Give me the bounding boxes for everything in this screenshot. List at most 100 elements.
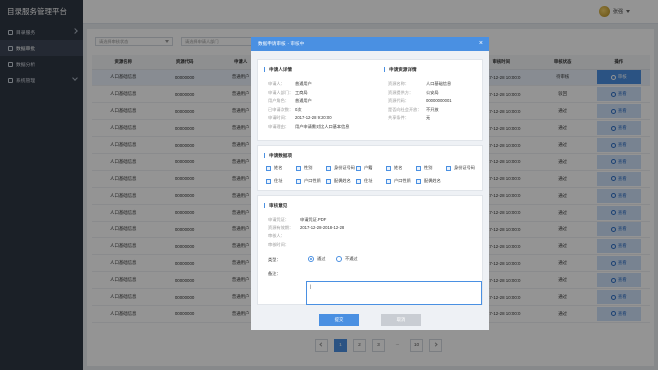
detail-field: 资源有效期： 2017-12-28-2018-12-28 bbox=[268, 225, 344, 231]
data-item-checkbox[interactable]: 姓名 bbox=[266, 165, 282, 171]
checkbox-icon[interactable] bbox=[296, 165, 301, 171]
field-label: 资源代码： bbox=[388, 98, 409, 104]
review-section-title: 审核意见 bbox=[264, 203, 287, 208]
detail-field: 审核时间： bbox=[268, 242, 300, 248]
field-label: 已申请次数： bbox=[268, 106, 294, 112]
field-label: 共享条件： bbox=[388, 115, 409, 121]
field-value: 0次 bbox=[295, 106, 302, 112]
radio-fail[interactable]: 不通过 bbox=[336, 256, 358, 262]
detail-field: 用户角色： 普通用户 bbox=[268, 98, 312, 104]
field-value: 申请凭证.PDF bbox=[300, 217, 327, 222]
data-item-checkbox[interactable]: 配偶姓名 bbox=[326, 178, 351, 184]
resource-section-title: 申请资源详情 bbox=[384, 67, 417, 72]
data-item-label: 户籍 bbox=[364, 165, 373, 170]
data-item-checkbox[interactable]: 住址 bbox=[266, 178, 282, 184]
field-value: 用户申请需对比人口基本信息 bbox=[295, 124, 350, 129]
field-value: 不开放 bbox=[426, 106, 439, 112]
field-label: 资源有效期： bbox=[268, 225, 294, 231]
detail-field: 申请时间： 2017-12-28 9:20:00 bbox=[268, 115, 332, 121]
dialog-subtitle: - 审核中 bbox=[287, 41, 305, 46]
checkbox-icon[interactable] bbox=[416, 165, 421, 171]
data-item-checkbox[interactable]: 姓名 bbox=[386, 165, 402, 171]
field-value: 公安局 bbox=[426, 89, 439, 95]
detail-field: 申请人： 普通用户 bbox=[268, 81, 312, 87]
data-item-checkbox[interactable]: 配偶姓名 bbox=[416, 178, 441, 184]
detail-field: 已申请次数： 0次 bbox=[268, 107, 302, 113]
field-label: 资源提供方： bbox=[388, 89, 414, 95]
field-label: 是否向社会开放： bbox=[388, 106, 422, 112]
checkbox-icon[interactable] bbox=[296, 178, 301, 184]
remark-label: 备注： bbox=[268, 271, 281, 276]
detail-field: 资源代码： 00000000001 bbox=[388, 98, 452, 104]
field-value: 普通用户 bbox=[295, 98, 312, 104]
data-item-label: 性别 bbox=[304, 165, 313, 170]
data-item-checkbox[interactable]: 性别 bbox=[416, 165, 432, 171]
data-item-checkbox[interactable]: 身份证号码 bbox=[326, 165, 355, 171]
data-item-checkbox[interactable]: 性别 bbox=[296, 165, 312, 171]
field-value: 00000000001 bbox=[426, 98, 452, 104]
data-item-label: 户口性质 bbox=[304, 178, 321, 183]
field-value: 普通用户 bbox=[295, 81, 312, 86]
applicant-section-title: 申请人详情 bbox=[264, 67, 292, 72]
radio-unchecked-icon[interactable] bbox=[336, 256, 342, 262]
field-label: 申请人部门： bbox=[268, 89, 294, 95]
field-value: 无 bbox=[426, 115, 431, 121]
field-value: 工商局 bbox=[295, 89, 308, 95]
data-item-label: 住址 bbox=[364, 178, 373, 183]
field-value: 2017-12-28 9:20:00 bbox=[295, 115, 332, 121]
type-label: 类型： bbox=[268, 257, 281, 262]
checkbox-icon[interactable] bbox=[416, 178, 421, 184]
field-label: 申请理由： bbox=[268, 124, 289, 129]
details-panel: 申请人详情 申请资源详情 申请人： 普通用户 申请人部门： 工商局 用户角色： 普通用户已… bbox=[257, 59, 483, 141]
checkbox-icon[interactable] bbox=[386, 178, 391, 184]
field-label: 申请凭证： bbox=[268, 217, 289, 222]
submit-button[interactable]: 提交 bbox=[319, 314, 359, 326]
checkbox-icon[interactable] bbox=[266, 178, 271, 184]
field-label: 申请人： bbox=[268, 81, 285, 86]
checkbox-icon[interactable] bbox=[386, 165, 391, 171]
field-label: 资源名称： bbox=[388, 81, 409, 86]
data-item-label: 身份证号码 bbox=[334, 165, 355, 170]
dialog-body: 申请人详情 申请资源详情 申请人： 普通用户 申请人部门： 工商局 用户角色： 普通用户已… bbox=[251, 51, 489, 330]
data-item-checkbox[interactable]: 户籍 bbox=[356, 165, 372, 171]
checkbox-icon[interactable] bbox=[326, 178, 331, 184]
checkbox-icon[interactable] bbox=[356, 178, 361, 184]
close-icon[interactable]: × bbox=[479, 37, 483, 51]
checkbox-icon[interactable] bbox=[266, 165, 271, 171]
field-label: 审核时间： bbox=[268, 241, 289, 247]
radio-pass[interactable]: 通过 bbox=[308, 256, 325, 262]
review-panel: 审核意见 申请凭证： 申请凭证.PDF 资源有效期： 2017-12-28-2018-… bbox=[257, 195, 483, 305]
dialog-title: 数据申请审核 bbox=[258, 41, 286, 46]
detail-field: 资源提供方： 公安局 bbox=[388, 90, 439, 96]
data-item-label: 户口性质 bbox=[394, 178, 411, 183]
radio-checked-icon[interactable] bbox=[308, 256, 314, 262]
checkbox-icon[interactable] bbox=[446, 165, 451, 171]
data-item-checkbox[interactable]: 户口性质 bbox=[386, 178, 411, 184]
detail-field: 申请人部门： 工商局 bbox=[268, 90, 308, 96]
data-item-label: 配偶姓名 bbox=[334, 178, 351, 183]
data-item-checkbox[interactable]: 住址 bbox=[356, 178, 372, 184]
checkbox-icon[interactable] bbox=[356, 165, 361, 171]
data-items-panel: 申请数据项 姓名 性别 身份证号码 户籍 姓名 性别 身份证号码住址 户口性质 配偶姓名 住址 户口… bbox=[257, 145, 483, 191]
field-value: 2017-12-28-2018-12-28 bbox=[300, 225, 345, 231]
detail-field: 资源名称： 人口基础信息 bbox=[388, 81, 451, 87]
field-value: 人口基础信息 bbox=[426, 81, 452, 86]
field-label: 用户角色： bbox=[268, 98, 289, 104]
data-item-label: 配偶姓名 bbox=[424, 178, 441, 183]
remark-textarea[interactable]: | bbox=[306, 281, 482, 305]
review-dialog: 数据申请审核 - 审核中 × 申请人详情 申请资源详情 申请人： 普通用户 申请人部门… bbox=[251, 37, 489, 330]
checkbox-icon[interactable] bbox=[326, 165, 331, 171]
data-item-label: 姓名 bbox=[394, 165, 403, 170]
data-items-title: 申请数据项 bbox=[264, 153, 292, 158]
dialog-header: 数据申请审核 - 审核中 × bbox=[251, 37, 489, 51]
data-item-label: 身份证号码 bbox=[454, 165, 475, 170]
field-label: 审核人： bbox=[268, 233, 285, 239]
detail-field: 申请凭证： 申请凭证.PDF bbox=[268, 217, 326, 223]
detail-field: 共享条件： 无 bbox=[388, 115, 430, 121]
data-item-checkbox[interactable]: 身份证号码 bbox=[446, 165, 475, 171]
detail-field: 审核人： bbox=[268, 233, 300, 239]
cancel-button[interactable]: 取消 bbox=[381, 314, 421, 326]
data-item-label: 姓名 bbox=[274, 165, 283, 170]
detail-field: 申请理由： 用户申请需对比人口基本信息 bbox=[268, 124, 349, 130]
data-item-checkbox[interactable]: 户口性质 bbox=[296, 178, 321, 184]
